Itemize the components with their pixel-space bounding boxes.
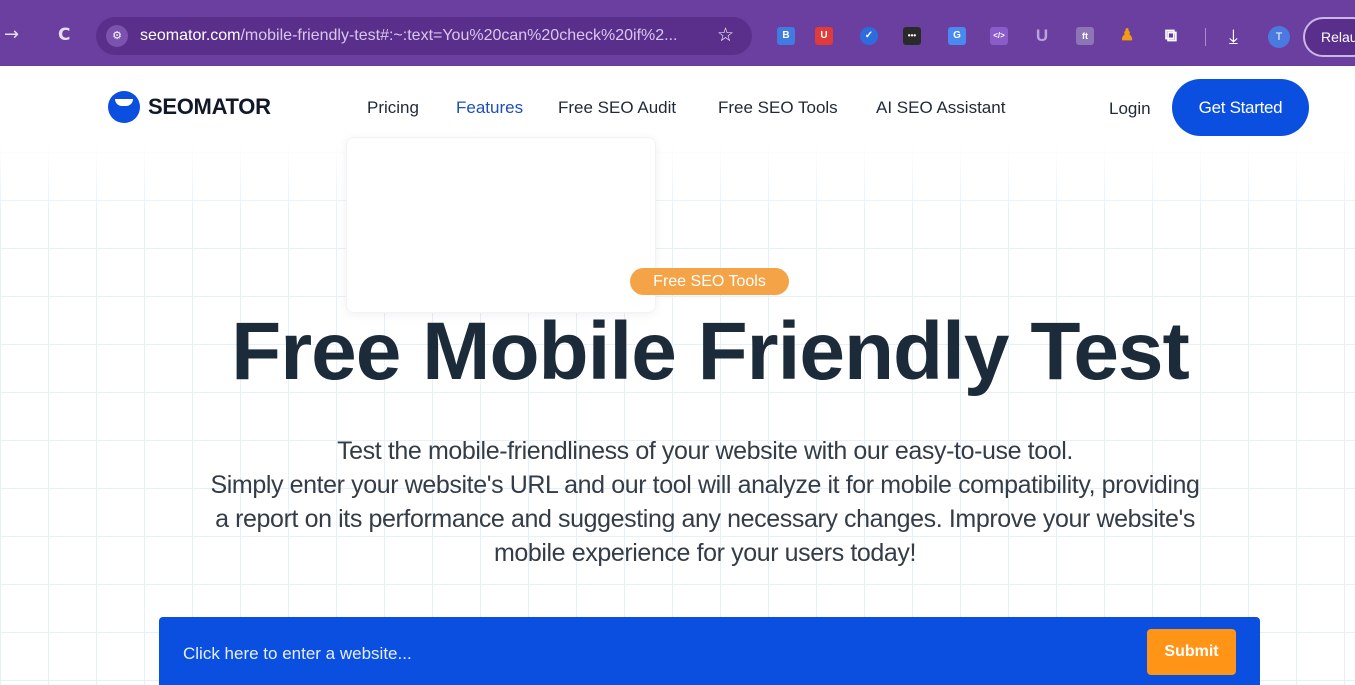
- hero-description-line: Test the mobile-friendliness of your web…: [337, 437, 1073, 465]
- page-viewport: SEOMATOR Pricing Features Free SEO Audit…: [0, 66, 1355, 685]
- nav-item-ai-seo-assistant[interactable]: AI SEO Assistant: [876, 98, 1005, 118]
- features-dropdown-panel[interactable]: [346, 137, 656, 313]
- ext-code-icon[interactable]: </>: [990, 27, 1008, 45]
- logo-text: SEOMATOR: [148, 94, 271, 119]
- ext-red-shield-icon[interactable]: U: [815, 27, 833, 45]
- login-link[interactable]: Login: [1109, 99, 1151, 119]
- hero-description-line: a report on its performance and suggesti…: [215, 505, 1195, 533]
- ext-blue-square-icon[interactable]: B: [777, 27, 795, 45]
- browser-toolbar: → C ⚙ seomator.com/mobile-friendly-test#…: [0, 0, 1355, 66]
- profile-avatar[interactable]: T: [1268, 26, 1290, 48]
- website-url-input[interactable]: [183, 642, 1083, 666]
- download-icon[interactable]: ⤓: [1229, 24, 1238, 48]
- bookmark-star-icon[interactable]: ☆: [717, 24, 734, 46]
- get-started-button[interactable]: Get Started: [1172, 79, 1309, 136]
- url-check-form: Submit: [159, 617, 1260, 685]
- hero-description-line: mobile experience for your users today!: [493, 539, 917, 567]
- ext-puzzle-icon[interactable]: ⧉: [1162, 27, 1180, 45]
- toolbar-divider: [1205, 28, 1206, 46]
- ext-blue-check-icon[interactable]: ✓: [860, 27, 878, 45]
- hero-description-line: Simply enter your website's URL and our …: [210, 471, 1200, 499]
- nav-item-free-seo-audit[interactable]: Free SEO Audit: [558, 98, 676, 118]
- ext-u-icon[interactable]: U: [1033, 27, 1051, 45]
- tune-icon[interactable]: ⚙: [106, 25, 128, 47]
- submit-button[interactable]: Submit: [1147, 629, 1236, 675]
- relaunch-button[interactable]: Relau: [1303, 17, 1355, 57]
- reload-icon[interactable]: C: [58, 26, 70, 44]
- ext-font-icon[interactable]: ft: [1076, 27, 1094, 45]
- ext-translate-icon[interactable]: G: [948, 27, 966, 45]
- ext-person-icon[interactable]: ♟: [1118, 27, 1136, 45]
- address-bar[interactable]: ⚙ seomator.com/mobile-friendly-test#:~:t…: [96, 17, 752, 55]
- url-host: seomator.com: [140, 27, 241, 44]
- site-logo[interactable]: SEOMATOR: [108, 91, 271, 123]
- url-path: /mobile-friendly-test#:~:text=You%20can%…: [240, 27, 678, 44]
- nav-item-pricing[interactable]: Pricing: [367, 98, 419, 118]
- url-text[interactable]: seomator.com/mobile-friendly-test#:~:tex…: [140, 27, 677, 45]
- forward-arrow-icon[interactable]: →: [4, 26, 19, 44]
- nav-item-features[interactable]: Features: [456, 98, 523, 118]
- logo-mark-icon: [108, 91, 140, 123]
- hero-description: Test the mobile-friendliness of your web…: [130, 434, 1280, 570]
- page-title: Free Mobile Friendly Test: [231, 306, 1190, 397]
- ext-dots-icon[interactable]: •••: [903, 27, 921, 45]
- category-badge: Free SEO Tools: [630, 268, 789, 295]
- nav-item-free-seo-tools[interactable]: Free SEO Tools: [718, 98, 838, 118]
